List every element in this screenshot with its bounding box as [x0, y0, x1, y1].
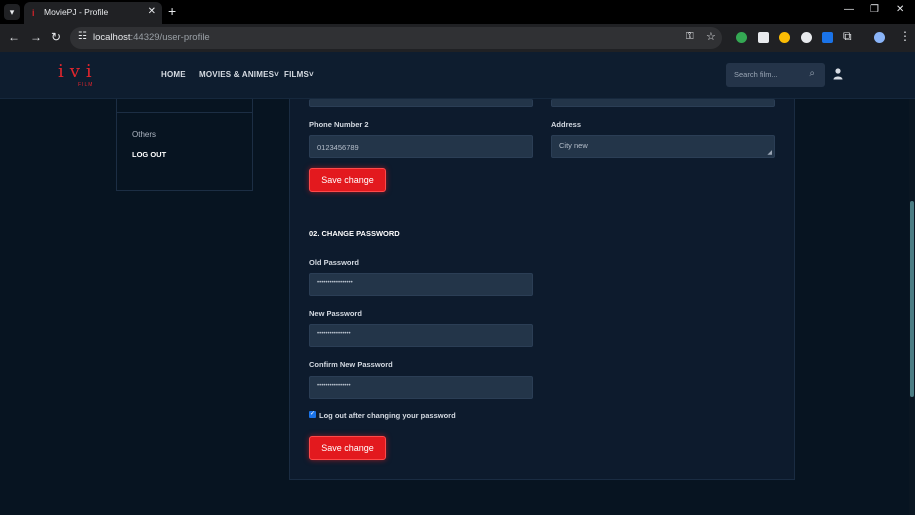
logout-checkbox[interactable]: ✓ — [309, 411, 316, 418]
nav-movies-animes[interactable]: MOVIES & ANIMES˅ — [199, 70, 279, 79]
password-key-icon[interactable]: ⚿ — [686, 31, 694, 42]
phone1-field[interactable] — [309, 99, 533, 107]
user-icon[interactable] — [833, 68, 843, 80]
forward-icon[interactable]: → — [30, 30, 42, 44]
extensions-icon[interactable]: ⧉ — [843, 29, 852, 44]
save-password-button[interactable]: Save change — [309, 436, 386, 460]
browser-toolbar: ← → ↻ ☷ localhost:44329/user-profile ⚿ ☆… — [0, 24, 915, 52]
window-close-icon[interactable]: ✕ — [896, 4, 904, 15]
site-favicon-icon: i — [32, 8, 35, 18]
sidebar-item-others[interactable]: Others — [132, 130, 156, 139]
tab-title: MoviePJ - Profile — [44, 7, 109, 17]
address-textarea[interactable]: City new ◢ — [551, 135, 775, 158]
address-label: Address — [551, 120, 582, 129]
menu-icon[interactable]: ⋮ — [899, 29, 911, 43]
new-password-field[interactable]: •••••••••••••••• — [309, 324, 533, 347]
email-field[interactable] — [551, 99, 775, 107]
chevron-down-icon: ˅ — [274, 70, 280, 79]
phone2-label: Phone Number 2 — [309, 120, 369, 129]
search-icon[interactable]: ⌕ — [809, 68, 815, 79]
browser-window: ▾ i MoviePJ - Profile ✕ + — ❐ ✕ ← → ↻ ☷ … — [0, 0, 915, 515]
url-text: localhost:44329/user-profile — [93, 32, 210, 43]
minimize-icon[interactable]: — — [844, 4, 854, 15]
change-password-title: 02. CHANGE PASSWORD — [309, 229, 400, 238]
active-tab[interactable]: i MoviePJ - Profile ✕ — [24, 2, 162, 24]
new-password-label: New Password — [309, 309, 362, 318]
scrollbar-thumb[interactable] — [910, 201, 914, 397]
profile-icon[interactable] — [874, 32, 885, 43]
bookmark-star-icon[interactable]: ☆ — [706, 30, 716, 43]
extension-page-icon[interactable] — [758, 32, 769, 43]
save-profile-button[interactable]: Save change — [309, 168, 386, 192]
nav-films[interactable]: FILMS˅ — [284, 70, 314, 79]
resize-handle-icon[interactable]: ◢ — [767, 149, 772, 156]
new-tab-icon[interactable]: + — [168, 3, 176, 19]
phone2-field[interactable]: 0123456789 — [309, 135, 533, 158]
old-password-field[interactable]: ••••••••••••••••• — [309, 273, 533, 296]
nav-home[interactable]: HOME — [161, 70, 186, 79]
search-input[interactable]: Search film... ⌕ — [726, 63, 825, 87]
tab-bar: ▾ i MoviePJ - Profile ✕ + — ❐ ✕ — [0, 0, 915, 24]
extension-color-icon[interactable] — [779, 32, 790, 43]
back-icon[interactable]: ← — [8, 30, 20, 44]
sidebar-item-logout[interactable]: LOG OUT — [132, 150, 166, 159]
close-icon[interactable]: ✕ — [148, 6, 156, 17]
profile-sidebar: Others LOG OUT — [116, 99, 253, 191]
sidebar-divider — [117, 112, 252, 113]
address-bar[interactable]: ☷ localhost:44329/user-profile ⚿ ☆ — [70, 27, 722, 49]
extension-green-icon[interactable] — [736, 32, 747, 43]
logout-checkbox-label[interactable]: Log out after changing your password — [319, 411, 456, 420]
chevron-down-icon: ˅ — [309, 70, 314, 79]
extension-blue-icon[interactable] — [822, 32, 833, 43]
restore-icon[interactable]: ❐ — [870, 4, 879, 15]
old-password-label: Old Password — [309, 258, 360, 267]
confirm-password-field[interactable]: •••••••••••••••• — [309, 376, 533, 399]
site-settings-icon[interactable]: ☷ — [78, 31, 87, 42]
tab-list-icon[interactable]: ▾ — [4, 4, 20, 20]
extension-circle-icon[interactable] — [801, 32, 812, 43]
site-header: ivi FILM HOME MOVIES & ANIMES˅ FILMS˅ Se… — [0, 52, 915, 99]
site-logo[interactable]: ivi FILM — [58, 61, 110, 89]
reload-icon[interactable]: ↻ — [51, 30, 61, 44]
confirm-password-label: Confirm New Password — [309, 360, 393, 369]
